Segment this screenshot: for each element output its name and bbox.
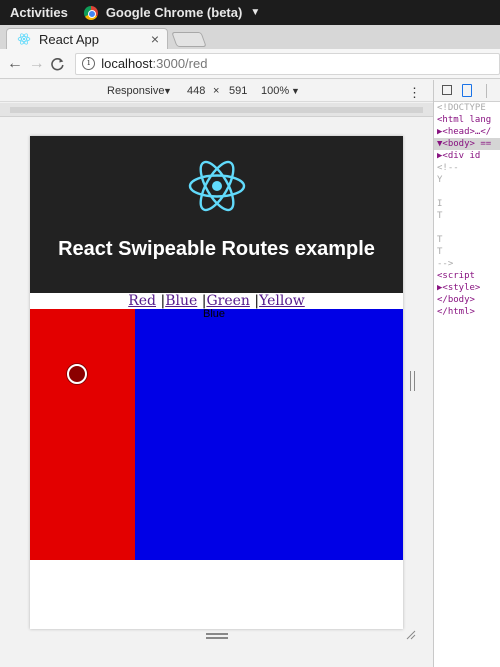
dom-tree-node[interactable]: <html lang	[434, 114, 500, 126]
link-blue[interactable]: Blue	[165, 293, 197, 309]
dom-tree-node[interactable]: T	[434, 246, 500, 258]
more-options-icon[interactable]: ⋮	[408, 85, 421, 101]
viewport-area: React Swipeable Routes example Red |Blue…	[0, 118, 433, 667]
page-title: React Swipeable Routes example	[58, 238, 375, 260]
devtools-toolbar	[434, 80, 500, 102]
touch-cursor-icon	[67, 364, 87, 384]
react-logo-icon	[188, 160, 246, 212]
url-host: localhost	[101, 56, 153, 71]
dom-tree-node[interactable]: <script	[434, 270, 500, 282]
tab-react-app[interactable]: React App ×	[6, 28, 168, 49]
slide-blue[interactable]	[135, 309, 403, 560]
os-top-bar: Activities Google Chrome (beta) ▼	[0, 0, 500, 25]
forward-button[interactable]: →	[26, 55, 48, 73]
app-header: React Swipeable Routes example	[30, 136, 403, 293]
address-bar[interactable]: i localhost:3000/red	[75, 52, 500, 75]
dom-tree-node[interactable]	[434, 186, 500, 198]
devtools-panel: <!DOCTYPE <html lang ▶<head>…</▼<body> == …	[433, 80, 500, 667]
app-menu-label[interactable]: Google Chrome (beta)	[106, 5, 243, 20]
slide-red[interactable]	[30, 309, 135, 560]
zoom-select[interactable]: 100%	[261, 85, 289, 97]
link-separator: |	[249, 293, 260, 309]
zoom-caret-icon[interactable]: ▼	[291, 86, 300, 96]
dom-tree-node[interactable]: <!--	[434, 162, 500, 174]
swipeable-views[interactable]: Blue	[30, 308, 403, 560]
dom-tree-node[interactable]: </html>	[434, 306, 500, 318]
new-tab-button[interactable]	[171, 32, 207, 47]
viewport-width-input[interactable]: 448	[187, 85, 205, 97]
dom-tree-node[interactable]: T	[434, 234, 500, 246]
dom-tree-node[interactable]: -->	[434, 258, 500, 270]
responsive-mode-select[interactable]: Responsive	[107, 85, 164, 97]
browser-toolbar: ← → i localhost:3000/red	[0, 49, 500, 79]
app-menu-caret-icon[interactable]: ▼	[250, 7, 260, 18]
link-red[interactable]: Red	[128, 293, 156, 309]
elements-tree[interactable]: <!DOCTYPE <html lang ▶<head>…</▼<body> == …	[434, 102, 500, 318]
dom-tree-node[interactable]: <!DOCTYPE	[434, 102, 500, 114]
chrome-icon	[83, 5, 98, 20]
tab-strip: React App ×	[0, 25, 500, 49]
dom-tree-node[interactable]: I	[434, 198, 500, 210]
dom-tree-node[interactable]	[434, 222, 500, 234]
device-toolbar-toggle-icon[interactable]	[462, 84, 472, 97]
device-toolbar: Responsive ▼ 448 × 591 100% ▼ ⋮	[0, 80, 433, 102]
tab-close-icon[interactable]: ×	[151, 31, 159, 47]
dom-tree-node[interactable]: Y	[434, 174, 500, 186]
url-path: :3000/red	[152, 56, 208, 71]
site-info-icon[interactable]: i	[82, 57, 96, 70]
tab-title: React App	[39, 31, 99, 47]
viewport-height-input[interactable]: 591	[229, 85, 247, 97]
dom-tree-node[interactable]: </body>	[434, 294, 500, 306]
resize-handle-bottom[interactable]	[206, 633, 228, 639]
mode-caret-icon[interactable]: ▼	[163, 86, 172, 96]
dimension-times: ×	[213, 85, 220, 97]
link-green[interactable]: Green	[206, 293, 249, 309]
dom-tree-node[interactable]: ▶<div id	[434, 150, 500, 162]
resize-corner-icon[interactable]	[406, 630, 416, 640]
media-query-ruler	[0, 103, 433, 117]
emulated-device: React Swipeable Routes example Red |Blue…	[30, 136, 403, 629]
link-yellow[interactable]: Yellow	[259, 293, 305, 309]
dom-tree-node[interactable]: ▼<body> ==	[434, 138, 500, 150]
back-button[interactable]: ←	[4, 55, 26, 73]
dom-tree-node[interactable]: T	[434, 210, 500, 222]
resize-handle-right[interactable]	[410, 371, 415, 391]
toolbar-divider	[486, 84, 487, 98]
reload-icon[interactable]	[47, 56, 69, 72]
inspect-element-icon[interactable]	[442, 85, 452, 95]
dom-tree-node[interactable]: ▶<head>…</	[434, 126, 500, 138]
activities-button[interactable]: Activities	[10, 5, 68, 20]
slide-blue-label: Blue	[203, 308, 226, 320]
link-separator: |	[156, 293, 166, 309]
react-favicon-icon	[17, 33, 31, 45]
dom-tree-node[interactable]: ▶<style>	[434, 282, 500, 294]
